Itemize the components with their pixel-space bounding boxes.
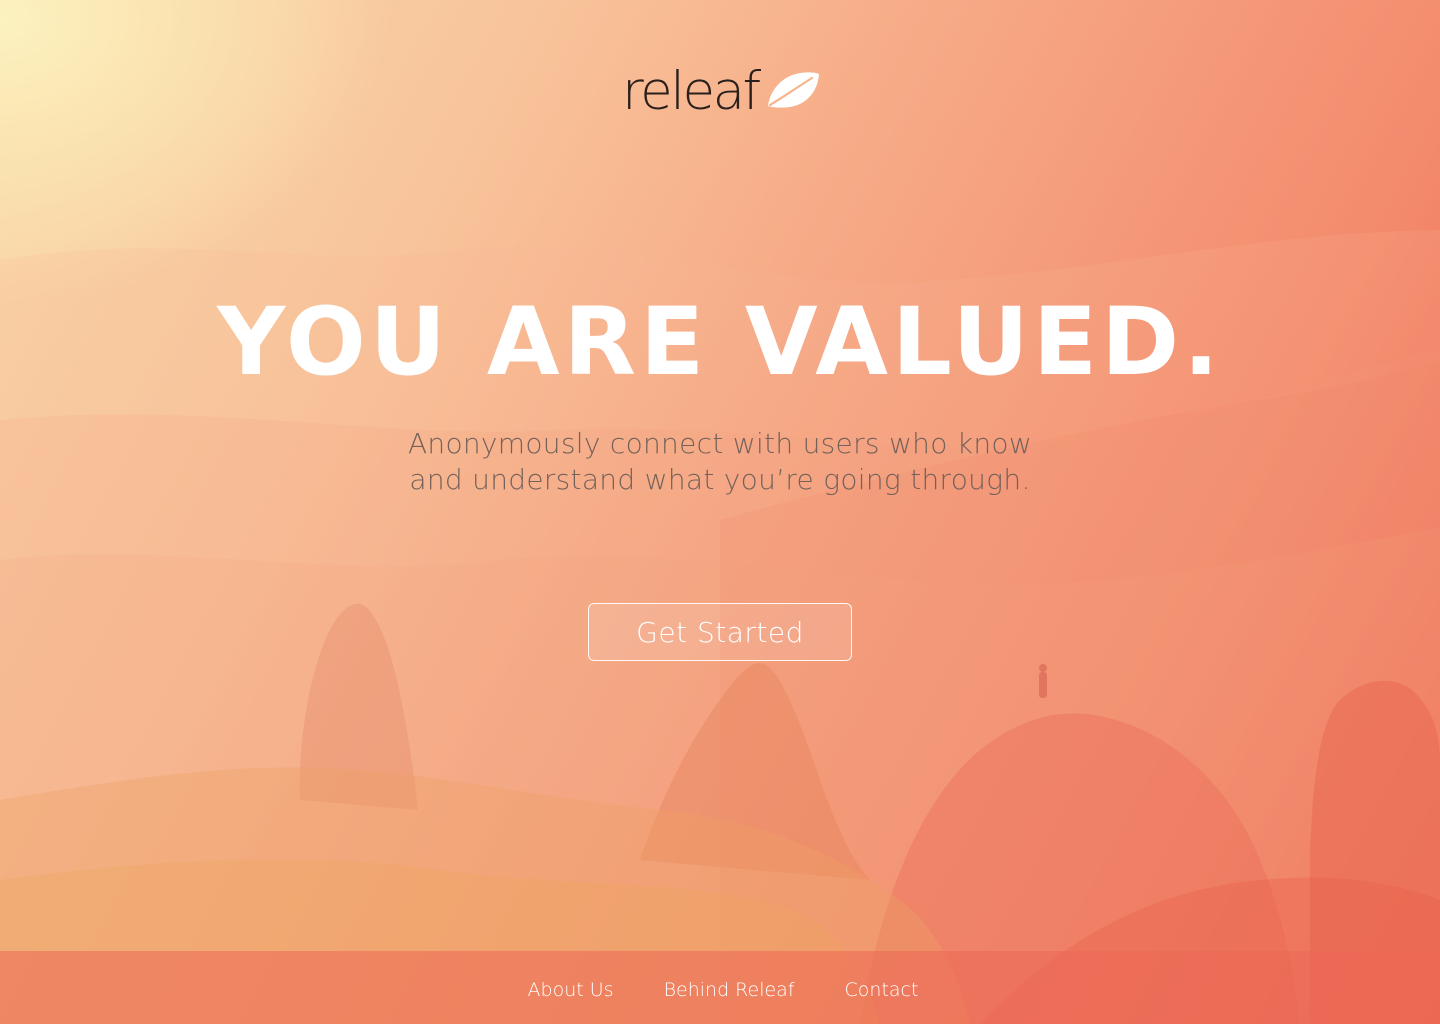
footer-links: About Us Behind Releaf Contact xyxy=(528,975,919,1001)
leaf-icon xyxy=(768,72,819,108)
brand-wordmark: releaf xyxy=(622,61,761,122)
hero-subtitle-line-1: Anonymously connect with users who know xyxy=(407,427,1033,460)
hero-subtitle-line-2: and understand what you’re going through… xyxy=(409,463,1031,496)
footer-link-contact[interactable]: Contact xyxy=(845,975,919,1001)
footer-link-behind-releaf[interactable]: Behind Releaf xyxy=(664,975,795,1001)
mountain-landscape-image xyxy=(0,230,1440,1024)
footer-link-about-us[interactable]: About Us xyxy=(528,975,614,1001)
hero-background xyxy=(0,0,1440,1024)
hero-subtitle: Anonymously connect with users who know … xyxy=(370,426,1070,498)
footer-nav: About Us Behind Releaf Contact xyxy=(0,951,1440,1024)
brand-logo[interactable]: releaf xyxy=(622,58,819,122)
get-started-button[interactable]: Get Started xyxy=(588,603,852,661)
hero-headline: YOU ARE VALUED. xyxy=(217,288,1223,397)
